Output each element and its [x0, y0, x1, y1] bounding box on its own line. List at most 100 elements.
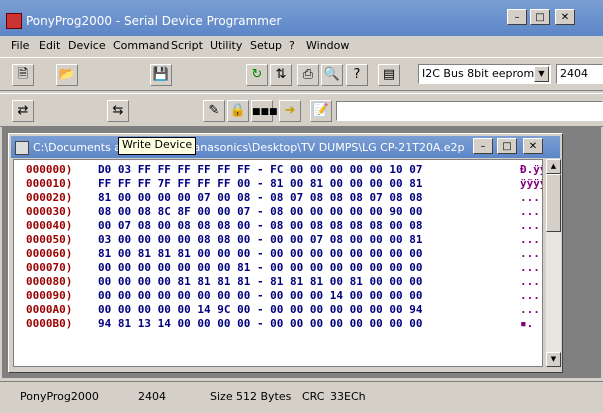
- hex-address: 000070): [26, 261, 73, 274]
- hex-ascii: ...: [520, 261, 540, 274]
- device-family-select[interactable]: I2C Bus 8bit eeprom ▼: [418, 64, 551, 84]
- hex-bytes[interactable]: 00 00 00 00 00 00 00 00 - 00 00 00 14 00…: [98, 289, 423, 302]
- menu-script[interactable]: Script: [171, 39, 203, 52]
- hex-ascii: ...: [520, 219, 540, 232]
- menu-window[interactable]: Window: [306, 39, 349, 52]
- question-icon: ?: [353, 67, 361, 82]
- open-file-button[interactable]: 📂: [56, 64, 78, 86]
- help-button[interactable]: ?: [346, 64, 368, 86]
- hex-ascii: ...: [520, 275, 540, 288]
- menu-help[interactable]: ?: [289, 39, 295, 52]
- hex-ascii: ...: [520, 205, 540, 218]
- bits-button[interactable]: ■■■: [251, 100, 278, 122]
- hex-bytes[interactable]: 08 00 08 8C 8F 00 00 07 - 08 00 00 00 00…: [98, 205, 423, 218]
- erase-button[interactable]: ✎: [203, 100, 225, 122]
- hex-ascii: ...: [520, 191, 540, 204]
- menu-device[interactable]: Device: [68, 39, 106, 52]
- floppy-icon: 💾: [152, 67, 170, 82]
- hex-ascii: ÿÿÿÿ: [520, 177, 542, 190]
- hex-bytes[interactable]: 81 00 81 81 81 00 00 00 - 00 00 00 00 00…: [98, 247, 423, 260]
- chip-button[interactable]: ▤: [378, 64, 400, 86]
- close-button[interactable]: ✕: [555, 9, 575, 25]
- status-bar: PonyProg2000 2404 Size 512 Bytes CRC 33E…: [0, 381, 603, 407]
- hex-bytes[interactable]: 00 00 00 00 81 81 81 81 - 81 81 81 00 81…: [98, 275, 423, 288]
- status-size-label: Size: [210, 390, 233, 403]
- eraser-icon: ✎: [208, 103, 220, 118]
- menu-setup[interactable]: Setup: [250, 39, 282, 52]
- hex-bytes[interactable]: 03 00 00 00 00 08 08 00 - 00 00 07 08 00…: [98, 233, 423, 246]
- app-icon[interactable]: [6, 13, 22, 29]
- hex-dump-view[interactable]: 000000) D0 03 FF FF FF FF FF FF - FC 00 0…: [13, 159, 543, 367]
- print-button[interactable]: ⎙: [297, 64, 319, 86]
- new-file-button[interactable]: 🗎: [12, 64, 34, 86]
- chip-icon: ▤: [382, 67, 396, 82]
- device-type-select[interactable]: 2404: [556, 64, 603, 84]
- chevron-down-icon[interactable]: ▼: [534, 66, 549, 82]
- child-title-bar: C:\Documents and Settings\Panasonics\Des…: [11, 136, 560, 158]
- status-crc-value: 33ECh: [330, 390, 366, 403]
- hex-ascii: ...: [520, 233, 540, 246]
- device-type-value: 2404: [560, 67, 588, 80]
- command-toolbar: ⇄ ⇆ ✎ 🔒 ■■■ ➜ 📝: [0, 93, 603, 127]
- hex-bytes[interactable]: 00 00 00 00 00 00 00 81 - 00 00 00 00 00…: [98, 261, 423, 274]
- scroll-thumb[interactable]: [546, 174, 561, 232]
- hex-address: 000050): [26, 233, 73, 246]
- magnifier-icon: 🔍: [323, 67, 341, 82]
- hex-ascii: Ð.ÿÿ: [520, 163, 542, 176]
- hex-bytes[interactable]: FF FF FF 7F FF FF FF 00 - 81 00 81 00 00…: [98, 177, 423, 190]
- hex-bytes[interactable]: 81 00 00 00 00 07 00 08 - 08 07 08 08 08…: [98, 191, 423, 204]
- menu-bar: File Edit Device Command Script Utility …: [0, 36, 603, 56]
- window-title: PonyProg2000 - Serial Device Programmer: [26, 14, 282, 28]
- hex-bytes[interactable]: 00 07 08 00 08 08 08 00 - 08 00 08 08 08…: [98, 219, 423, 232]
- write-device-button[interactable]: ⇆: [107, 100, 129, 122]
- printer-icon: ⎙: [302, 67, 314, 82]
- new-file-icon: 🗎: [17, 67, 29, 82]
- status-crc-label: CRC: [302, 390, 325, 403]
- hex-ascii: ▪.: [520, 317, 534, 330]
- scroll-down-icon[interactable]: ▼: [546, 352, 561, 367]
- bits-icon: ■■■: [252, 107, 278, 117]
- edit-note-button[interactable]: 📝: [310, 100, 332, 122]
- note-field[interactable]: [336, 101, 603, 121]
- lock-icon: 🔒: [229, 103, 247, 118]
- menu-edit[interactable]: Edit: [39, 39, 60, 52]
- hex-address: 000020): [26, 191, 73, 204]
- child-minimize-button[interactable]: –: [473, 138, 493, 154]
- hex-address: 000090): [26, 289, 73, 302]
- document-icon[interactable]: [15, 141, 29, 155]
- child-close-button[interactable]: ✕: [523, 138, 543, 154]
- hex-address: 000010): [26, 177, 73, 190]
- status-app: PonyProg2000: [20, 390, 99, 403]
- tooltip: Write Device: [118, 137, 197, 155]
- hex-ascii: ...: [520, 289, 540, 302]
- menu-utility[interactable]: Utility: [210, 39, 242, 52]
- hex-ascii: ...: [520, 247, 540, 260]
- main-toolbar: 🗎 📂 💾 ↻ ⇅ ⎙ 🔍 ? ▤ I2C Bus 8bit eeprom ▼ …: [0, 57, 603, 91]
- save-button[interactable]: 💾: [150, 64, 172, 86]
- menu-file[interactable]: File: [11, 39, 29, 52]
- program-button[interactable]: ➜: [279, 100, 301, 122]
- vertical-scrollbar[interactable]: ▲ ▼: [546, 159, 561, 367]
- child-window-title: C:\Documents and Settings\Panasonics\Des…: [33, 141, 465, 154]
- minimize-button[interactable]: –: [507, 9, 527, 25]
- scroll-up-icon[interactable]: ▲: [546, 159, 561, 174]
- hex-bytes[interactable]: D0 03 FF FF FF FF FF FF - FC 00 00 00 00…: [98, 163, 423, 176]
- arrow-right-icon: ➜: [284, 103, 296, 118]
- sort-button[interactable]: ⇅: [270, 64, 292, 86]
- find-button[interactable]: 🔍: [321, 64, 343, 86]
- hex-address: 000000): [26, 163, 73, 176]
- device-family-value: I2C Bus 8bit eeprom: [422, 67, 535, 80]
- title-bar: PonyProg2000 - Serial Device Programmer …: [0, 0, 603, 36]
- read-device-button[interactable]: ⇄: [12, 100, 34, 122]
- lock-button[interactable]: 🔒: [227, 100, 249, 122]
- reload-button[interactable]: ↻: [246, 64, 268, 86]
- child-maximize-button[interactable]: □: [497, 138, 517, 154]
- hex-address: 0000A0): [26, 303, 73, 316]
- status-device: 2404: [138, 390, 166, 403]
- hex-bytes[interactable]: 00 00 00 00 00 14 9C 00 - 00 00 00 00 00…: [98, 303, 423, 316]
- maximize-button[interactable]: □: [530, 9, 550, 25]
- menu-command[interactable]: Command: [113, 39, 170, 52]
- hex-bytes[interactable]: 94 81 13 14 00 00 00 00 - 00 00 00 00 00…: [98, 317, 423, 330]
- hex-address: 000060): [26, 247, 73, 260]
- sort-icon: ⇅: [275, 67, 287, 82]
